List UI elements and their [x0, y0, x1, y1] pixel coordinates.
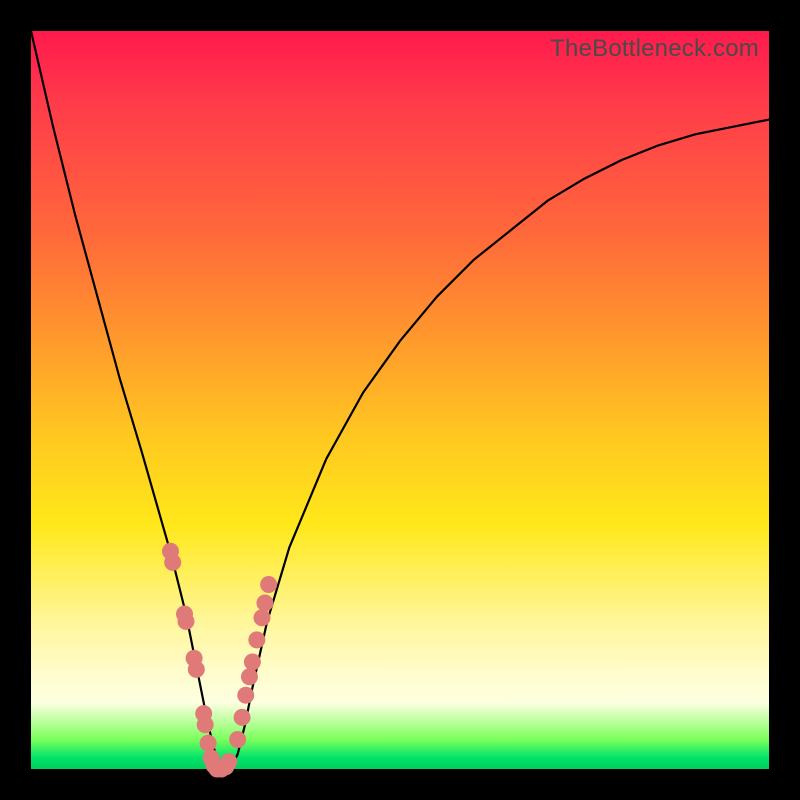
plot-area: TheBottleneck.com: [31, 31, 769, 769]
data-point: [200, 735, 217, 752]
data-point: [164, 554, 181, 571]
data-point: [241, 668, 258, 685]
data-point: [237, 687, 254, 704]
data-point: [253, 609, 270, 626]
chart-svg: [31, 31, 769, 769]
data-point: [229, 731, 246, 748]
data-points: [162, 543, 277, 778]
data-point: [256, 594, 273, 611]
data-point: [234, 709, 251, 726]
data-point: [197, 716, 214, 733]
data-point: [244, 653, 261, 670]
chart-frame: TheBottleneck.com: [0, 0, 800, 800]
data-point: [177, 613, 194, 630]
data-point: [248, 631, 265, 648]
data-point: [260, 576, 277, 593]
data-point: [188, 661, 205, 678]
data-point: [220, 753, 237, 770]
bottleneck-curve: [31, 31, 769, 769]
